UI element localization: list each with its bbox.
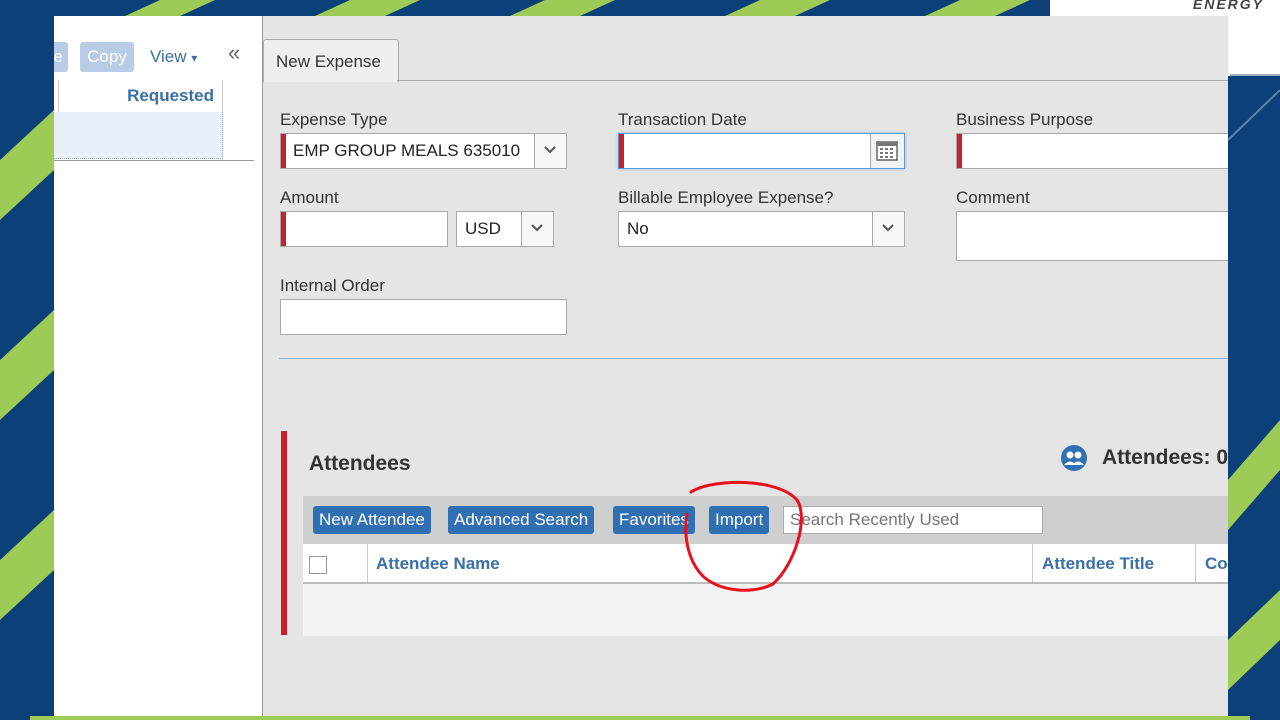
comment-label: Comment — [956, 188, 1030, 207]
currency-value: USD — [465, 219, 501, 238]
column-separator — [367, 544, 368, 582]
chevron-down-icon — [882, 224, 894, 232]
view-menu-button[interactable]: View ▾ — [150, 42, 197, 72]
tab-new-expense[interactable]: New Expense — [263, 39, 399, 82]
currency-dropdown-button[interactable] — [521, 212, 553, 246]
billable-expense-select[interactable]: No — [618, 211, 905, 247]
transaction-date-label: Transaction Date — [618, 110, 747, 129]
business-purpose-label: Business Purpose — [956, 110, 1094, 129]
tab-divider — [397, 80, 1228, 81]
collapse-pane-icon[interactable]: « — [228, 40, 240, 66]
new-attendee-button[interactable]: New Attendee — [313, 506, 431, 534]
currency-select[interactable]: USD — [456, 211, 554, 247]
company-column-header[interactable]: Co — [1205, 554, 1228, 574]
attendees-count: Attendees: 0 — [1102, 446, 1228, 469]
business-purpose-field[interactable] — [956, 133, 1228, 169]
column-separator — [1032, 544, 1033, 582]
calendar-icon — [876, 141, 898, 161]
expense-type-value: EMP GROUP MEALS 635010 — [293, 141, 521, 160]
column-separator — [1195, 544, 1196, 582]
expense-type-label: Expense Type — [280, 110, 388, 129]
toolbar-partial-button[interactable]: e — [54, 42, 68, 72]
internal-order-label: Internal Order — [280, 276, 385, 295]
attendees-required-marker — [281, 431, 287, 635]
requested-column-label: Requested — [127, 86, 214, 105]
caret-down-icon: ▾ — [191, 51, 198, 65]
transaction-date-field[interactable] — [618, 133, 905, 169]
expense-form-panel: New Expense Expense Type EMP GROUP MEALS… — [263, 16, 1228, 720]
chevron-down-icon — [544, 146, 556, 154]
advanced-search-button[interactable]: Advanced Search — [448, 506, 595, 534]
internal-order-field[interactable] — [280, 299, 567, 335]
attendee-name-column-header[interactable]: Attendee Name — [376, 554, 500, 574]
billable-expense-label: Billable Employee Expense? — [618, 188, 834, 207]
brand-logo-text: ENERGY — [1192, 0, 1264, 12]
column-separator — [58, 80, 59, 112]
comment-textarea[interactable] — [956, 211, 1228, 261]
bottom-accent-strip — [30, 716, 1250, 720]
amount-field[interactable] — [280, 211, 448, 247]
calendar-button[interactable] — [870, 134, 904, 168]
expense-list-pane: e Copy View ▾ « Requested — [54, 16, 262, 720]
copy-button[interactable]: Copy — [80, 42, 134, 72]
list-item[interactable] — [54, 112, 223, 159]
tab-label: New Expense — [276, 52, 381, 71]
list-divider — [54, 160, 254, 161]
select-all-checkbox[interactable] — [309, 556, 327, 574]
attendee-search-input[interactable] — [783, 506, 1043, 534]
brand-divider — [1230, 74, 1280, 76]
expense-type-select[interactable]: EMP GROUP MEALS 635010 — [280, 133, 567, 169]
amount-label: Amount — [280, 188, 339, 207]
expense-type-dropdown-button[interactable] — [534, 134, 566, 168]
attendees-heading: Attendees — [309, 452, 411, 475]
app-window: e Copy View ▾ « Requested New Expense Ex… — [54, 16, 1228, 720]
list-column-header[interactable]: Requested — [54, 80, 223, 113]
attendees-group-icon — [1061, 445, 1087, 471]
billable-expense-value: No — [627, 219, 649, 238]
annotation-circle — [684, 480, 803, 592]
attendee-title-column-header[interactable]: Attendee Title — [1042, 554, 1154, 574]
chevron-down-icon — [531, 224, 543, 232]
billable-dropdown-button[interactable] — [872, 212, 904, 246]
section-divider — [279, 358, 1228, 359]
